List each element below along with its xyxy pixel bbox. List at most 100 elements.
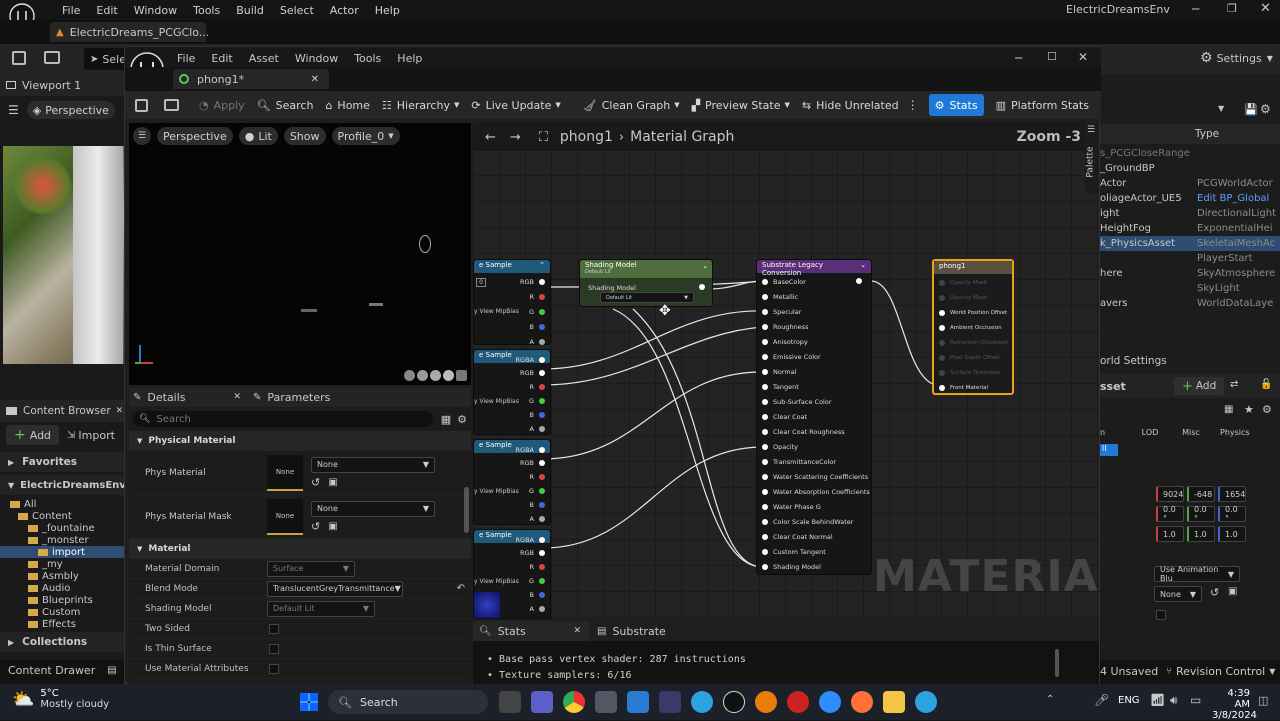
substrate-tab[interactable]: ▤ Substrate: [589, 625, 666, 638]
teams-icon[interactable]: [531, 691, 553, 713]
reset-icon[interactable]: ↺: [311, 520, 320, 533]
gear-icon[interactable]: ⚙: [457, 413, 467, 426]
pin-r[interactable]: R: [506, 560, 550, 574]
outliner-row[interactable]: HeightFog ExponentialHei: [1100, 221, 1280, 236]
menu-window[interactable]: Window: [134, 4, 177, 17]
substrate-input-pin[interactable]: Water Absorption Coefficients: [757, 484, 870, 499]
pin-a[interactable]: A: [510, 334, 550, 349]
browse-asset-icon[interactable]: ▣: [1228, 586, 1237, 597]
substrate-input-pin[interactable]: Roughness: [757, 319, 870, 334]
texture-sample-node-1[interactable]: e Sample ⌃ 0 RGB R G B A y View MipBias: [473, 259, 551, 346]
reset-icon[interactable]: ↺: [1210, 586, 1219, 599]
clean-graph-button[interactable]: 🧹︎ Clean Graph ▼: [577, 94, 686, 116]
substrate-input-pin[interactable]: Shading Model: [757, 559, 870, 574]
anim-checkbox[interactable]: [1156, 610, 1166, 620]
project-tab[interactable]: ▲ ElectricDreams_PCGClo...: [50, 22, 209, 42]
wifi-icon[interactable]: 📶︎: [1150, 693, 1165, 707]
chevron-down-icon[interactable]: ▼: [1218, 104, 1224, 113]
menu-tools[interactable]: Tools: [193, 4, 220, 17]
substrate-input-pin[interactable]: BaseColor: [757, 274, 870, 289]
phys-material-thumbnail[interactable]: None: [267, 454, 303, 491]
taskbar-search[interactable]: 🔍︎ Search: [328, 690, 488, 714]
menu-actor[interactable]: Actor: [330, 4, 359, 17]
weather-widget[interactable]: ⛅ 5°C Mostly cloudy: [12, 688, 109, 710]
app-icon[interactable]: [595, 691, 617, 713]
output-input-pin[interactable]: Pixel Depth Offset: [934, 350, 1008, 365]
settings-button[interactable]: ⚙ Settings ▼: [1200, 50, 1273, 66]
details-search-input[interactable]: 🔍︎ Search: [133, 411, 433, 427]
pin-a[interactable]: A: [506, 602, 550, 616]
outliner-row[interactable]: ight DirectionalLight: [1100, 206, 1280, 221]
pin-b[interactable]: B: [506, 408, 550, 422]
pin-r[interactable]: R: [506, 470, 550, 484]
tab-all[interactable]: ll: [1100, 444, 1118, 456]
hamburger-icon[interactable]: ☰: [133, 127, 151, 145]
substrate-input-pin[interactable]: Anisotropy: [757, 334, 870, 349]
substrate-input-pin[interactable]: Specular: [757, 304, 870, 319]
output-log-icon[interactable]: ▤: [107, 665, 116, 676]
pin-rgb[interactable]: RGB: [510, 274, 550, 289]
preview-state-button[interactable]: ▞ Preview State ▼: [686, 94, 796, 116]
add-button[interactable]: + Add: [6, 425, 60, 445]
physical-material-section[interactable]: ▼ Physical Material: [129, 431, 471, 451]
save-icon[interactable]: [659, 691, 681, 713]
anim-asset-dropdown[interactable]: None ▼: [1154, 586, 1202, 602]
plane-icon[interactable]: [430, 370, 441, 381]
outliner-row[interactable]: PlayerStart: [1100, 251, 1280, 266]
uv-pin[interactable]: 0: [476, 278, 486, 287]
two-sided-checkbox[interactable]: [269, 623, 279, 634]
unreal-logo-icon[interactable]: [4, 0, 40, 29]
hierarchy-button[interactable]: ☷ Hierarchy ▼: [376, 94, 465, 116]
collections-section[interactable]: ▶ Collections: [0, 632, 124, 652]
show-button[interactable]: Show: [283, 127, 326, 145]
menu-edit[interactable]: Edit: [96, 4, 117, 17]
star-icon[interactable]: ★: [1244, 403, 1254, 416]
texture-sample-node-2[interactable]: e Sample RGBA RGB R G B A y View MipBias: [473, 349, 551, 435]
search-button[interactable]: 🔍︎ Search: [251, 94, 320, 116]
pin-r[interactable]: R: [510, 289, 550, 304]
menu-help[interactable]: Help: [397, 52, 422, 65]
world-settings-tab[interactable]: orld Settings: [1100, 352, 1280, 370]
close-icon[interactable]: ✕: [233, 392, 241, 402]
maximize-icon[interactable]: ❐: [1227, 2, 1237, 15]
pin-rgb[interactable]: RGB: [506, 546, 550, 560]
location-x-field[interactable]: 9024: [1156, 486, 1184, 502]
phys-mask-dropdown[interactable]: None ▼: [311, 500, 435, 517]
texture-sample-node-3[interactable]: e Sample RGBA RGB R G B A y View MipBias: [473, 439, 551, 525]
details-scrollbar[interactable]: [464, 487, 469, 533]
select-mode-button[interactable]: ➤ Sele: [84, 48, 126, 70]
battery-icon[interactable]: ▭: [1190, 693, 1201, 707]
perspective-button[interactable]: ◈ Perspective: [26, 101, 115, 119]
scale-z-field[interactable]: 1.0: [1218, 526, 1246, 542]
blueprint-icon[interactable]: ⇄: [1230, 379, 1238, 390]
chrome-icon[interactable]: [563, 691, 585, 713]
outliner-row[interactable]: k_PhysicsAsset SkeletalMeshAc: [1100, 236, 1280, 251]
output-input-pin[interactable]: World Position Offset: [934, 305, 1008, 320]
output-input-pin[interactable]: Surface Thickness: [934, 365, 1008, 380]
content-drawer-button[interactable]: Content Drawer ▤: [8, 664, 117, 677]
table-icon[interactable]: ▦: [1224, 404, 1233, 415]
browse-asset-icon[interactable]: ▣: [328, 477, 337, 488]
collapse-icon[interactable]: ⌄: [702, 262, 708, 270]
tree-item-content[interactable]: Content: [0, 510, 124, 522]
location-y-field[interactable]: -648: [1187, 486, 1215, 502]
tree-item-monster[interactable]: _monster: [0, 534, 124, 546]
substrate-input-pin[interactable]: Clear Coat Roughness: [757, 424, 870, 439]
tree-item-fountaine[interactable]: _fountaine: [0, 522, 124, 534]
outliner-row[interactable]: here SkyAtmosphere: [1100, 266, 1280, 281]
reset-icon[interactable]: ↺: [311, 476, 320, 489]
stats-scrollbar[interactable]: [1055, 649, 1059, 677]
photos-icon[interactable]: [627, 691, 649, 713]
scale-x-field[interactable]: 1.0: [1156, 526, 1184, 542]
phys-material-dropdown[interactable]: None ▼: [311, 456, 435, 473]
zoom-icon[interactable]: [819, 691, 841, 713]
outliner-row[interactable]: oliageActor_UE5 Edit BP_Global: [1100, 191, 1280, 206]
material-graph[interactable]: ← → ⛶ phong1 › Material Graph Zoom -3 ☰ …: [473, 123, 1099, 619]
live-update-button[interactable]: ⟳ Live Update ▼: [465, 94, 566, 116]
parameters-tab[interactable]: ✎ Parameters: [247, 391, 330, 404]
substrate-input-pin[interactable]: Metallic: [757, 289, 870, 304]
pin-rgba[interactable]: RGBA: [506, 354, 550, 366]
material-section[interactable]: ▼ Material: [129, 539, 471, 559]
phys-mask-thumbnail[interactable]: None: [267, 498, 303, 535]
collapse-icon[interactable]: ⌃: [539, 261, 545, 272]
